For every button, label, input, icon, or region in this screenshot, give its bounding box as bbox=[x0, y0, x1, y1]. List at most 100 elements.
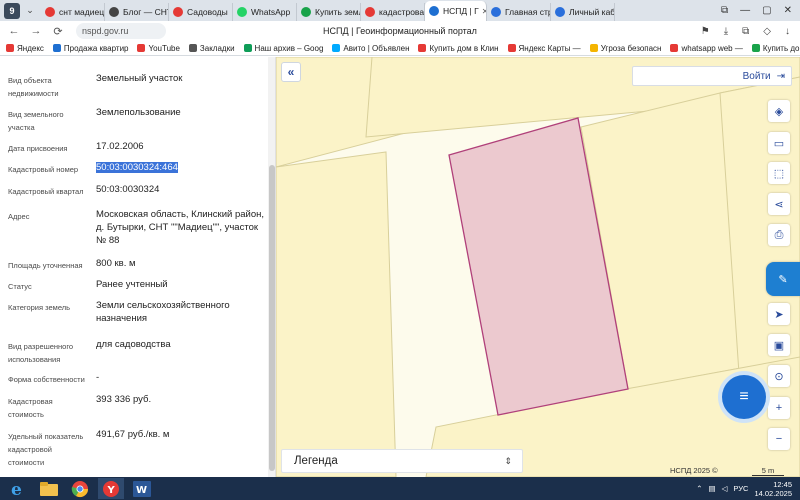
zoom-in-icon[interactable]: + bbox=[768, 397, 790, 419]
system-clock[interactable]: 12:45 14.02.2025 bbox=[754, 480, 792, 498]
word-icon[interactable]: W bbox=[129, 478, 155, 499]
property-label: Площадь уточненная bbox=[8, 261, 83, 270]
tab-favicon-icon bbox=[109, 7, 119, 17]
property-value[interactable]: для садоводства bbox=[96, 338, 266, 351]
property-value[interactable]: 50:03:0030324 bbox=[96, 183, 266, 196]
browser-tab[interactable]: Личный каб bbox=[551, 3, 615, 21]
print-icon[interactable]: ⎙ bbox=[768, 224, 790, 246]
login-button[interactable]: Войти ⇥ bbox=[632, 66, 792, 86]
bookmark-item[interactable]: Угроза безопасн bbox=[589, 44, 661, 53]
tabs-dropdown-icon[interactable]: ⌄ bbox=[23, 3, 37, 19]
tab-favicon-icon bbox=[429, 6, 439, 16]
location-icon[interactable]: ➤ bbox=[768, 303, 790, 325]
browser-tab[interactable]: WhatsApp bbox=[233, 3, 297, 21]
map-canvas[interactable] bbox=[276, 57, 800, 477]
bookmark-label: Купить дом, дачу bbox=[762, 43, 800, 53]
ie-icon[interactable]: e bbox=[5, 478, 31, 499]
map-scale: 5 m bbox=[752, 466, 784, 476]
property-value[interactable]: 17.02.2006 bbox=[96, 140, 266, 153]
scrollbar-thumb[interactable] bbox=[269, 165, 275, 471]
network-icon[interactable]: ▤ bbox=[709, 484, 716, 493]
bookmark-item[interactable]: Закладки bbox=[188, 44, 235, 53]
browser-tab[interactable]: Садоводы bbox=[169, 3, 233, 21]
url-field[interactable]: nspd.gov.ru bbox=[76, 23, 166, 39]
assistant-icon[interactable]: ✎ bbox=[766, 262, 800, 296]
back-icon[interactable]: ← bbox=[6, 25, 22, 37]
tab-counter-button[interactable]: 9 bbox=[4, 2, 20, 19]
download-icon[interactable]: ↓ bbox=[785, 26, 790, 37]
share-icon[interactable]: ⋖ bbox=[768, 193, 790, 215]
geo-marker-icon[interactable]: ⊙ bbox=[768, 365, 790, 387]
file-explorer-icon[interactable] bbox=[36, 478, 62, 499]
property-label: Статус bbox=[8, 282, 32, 291]
language-indicator[interactable]: РУС bbox=[733, 484, 748, 493]
property-value[interactable]: 393 336 руб. bbox=[96, 393, 266, 406]
ruler-icon[interactable]: ▭ bbox=[768, 132, 790, 154]
browser-tab[interactable]: Блог — СНТ bbox=[105, 3, 169, 21]
bookmark-item[interactable]: whatsapp web — bbox=[670, 44, 743, 53]
browser-tab[interactable]: кадастрова bbox=[361, 3, 425, 21]
map-attribution: НСПД 2025 © bbox=[670, 466, 718, 475]
property-value[interactable]: Ранее учтенный bbox=[96, 278, 266, 291]
property-value-text: 393 336 руб. bbox=[96, 394, 152, 405]
bookmark-item[interactable]: Яндекс bbox=[6, 44, 44, 53]
tray-arrow-icon[interactable]: ⌃ bbox=[696, 484, 702, 493]
yandex-browser-icon[interactable]: Y bbox=[98, 478, 124, 499]
property-label: Адрес bbox=[8, 212, 30, 221]
property-value[interactable]: 50:03:0030324:464 bbox=[96, 161, 266, 174]
bookmark-favicon-icon bbox=[188, 44, 197, 52]
select-area-icon[interactable]: ⬚ bbox=[768, 162, 790, 184]
property-value-text: Земли сельскохозяйственного назначения bbox=[96, 300, 230, 324]
property-value[interactable]: Московская область, Клинский район, д. Б… bbox=[96, 208, 266, 247]
neighbour-plot[interactable] bbox=[276, 151, 397, 477]
property-value[interactable]: 491,67 руб./кв. м bbox=[96, 428, 266, 441]
downloads-icon[interactable]: ⤓ bbox=[724, 26, 728, 37]
close-window-icon[interactable]: ✕ bbox=[784, 5, 792, 16]
bookmark-item[interactable]: Купить дом, дачу bbox=[751, 43, 800, 53]
legend-dropdown[interactable]: Легенда ⇕ bbox=[281, 449, 523, 473]
property-value[interactable]: 800 кв. м bbox=[96, 257, 266, 270]
bookmark-favicon-icon bbox=[589, 44, 598, 52]
bookmark-favicon-icon bbox=[332, 44, 341, 52]
minimize-icon[interactable]: — bbox=[740, 5, 750, 16]
bookmark-icon[interactable]: ⚑ bbox=[701, 26, 710, 37]
property-value[interactable]: - bbox=[96, 371, 266, 384]
layers-icon[interactable]: ◈ bbox=[768, 100, 790, 122]
forward-icon[interactable]: → bbox=[28, 25, 44, 37]
chrome-icon[interactable] bbox=[67, 478, 93, 499]
tab-favicon-icon bbox=[365, 7, 375, 17]
bookmark-item[interactable]: YouTube bbox=[137, 44, 180, 53]
volume-icon[interactable]: ◁ bbox=[722, 484, 728, 493]
collapse-panel-button[interactable]: « bbox=[281, 62, 301, 82]
minimap-icon[interactable]: ▣ bbox=[768, 334, 790, 356]
svg-text:Y: Y bbox=[107, 485, 116, 496]
property-value-text: 491,67 руб./кв. м bbox=[96, 429, 170, 440]
chevron-updown-icon: ⇕ bbox=[504, 455, 512, 466]
clock-date: 14.02.2025 bbox=[754, 488, 792, 498]
maximize-icon[interactable]: ▢ bbox=[762, 5, 771, 16]
bookmark-item[interactable]: Яндекс Карты — bbox=[507, 44, 581, 53]
property-value-text: Ранее учтенный bbox=[96, 279, 168, 290]
tab-favicon-icon bbox=[45, 7, 55, 17]
property-value[interactable]: Землепользование bbox=[96, 106, 266, 119]
bookmark-favicon-icon bbox=[751, 44, 760, 52]
reload-icon[interactable]: ⟳ bbox=[50, 25, 66, 38]
property-value[interactable]: Земли сельскохозяйственного назначения bbox=[96, 299, 266, 325]
zoom-out-icon[interactable]: − bbox=[768, 428, 790, 450]
browser-tab[interactable]: снт мадиец bbox=[41, 3, 105, 21]
bookmark-item[interactable]: Авито | Объявлен bbox=[332, 44, 409, 53]
windows-taskbar: e Y W ⌃ ▤ ◁ РУС 12:45 14.02.2025 bbox=[0, 477, 800, 500]
bookmark-item[interactable]: Купить дом в Клин bbox=[418, 44, 499, 53]
browser-tab[interactable]: Купить земл bbox=[297, 3, 361, 21]
collections-icon[interactable]: ⧉ bbox=[721, 5, 728, 16]
extensions-icon[interactable]: ⧉ bbox=[742, 26, 749, 37]
shield-icon[interactable]: ◇ bbox=[763, 26, 771, 37]
chat-bubble-icon[interactable]: ≡ bbox=[722, 375, 766, 419]
property-value[interactable]: Земельный участок bbox=[96, 72, 266, 85]
bookmark-item[interactable]: Наш архив – Goog bbox=[243, 44, 323, 53]
browser-tab[interactable]: Главная стр bbox=[487, 3, 551, 21]
bookmark-item[interactable]: Продажа квартир bbox=[52, 44, 128, 53]
browser-tab[interactable]: НСПД | Г✕ bbox=[425, 1, 487, 21]
tab-label: Главная стр bbox=[505, 7, 551, 17]
property-value-text: Земельный участок bbox=[96, 73, 183, 84]
